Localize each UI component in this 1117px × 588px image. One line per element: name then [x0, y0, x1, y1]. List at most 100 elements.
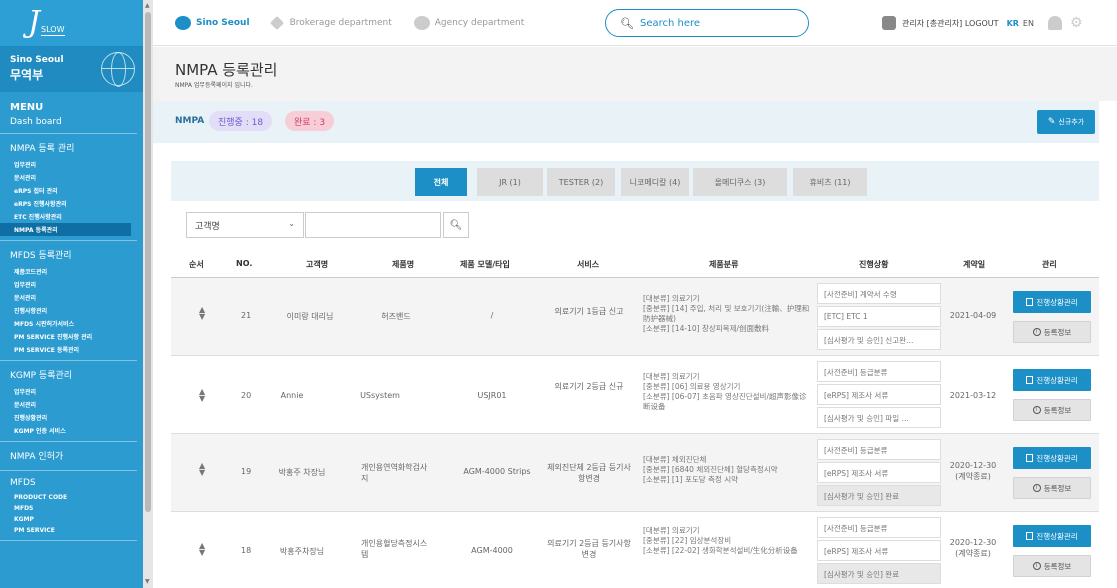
- registration-info-button[interactable]: i 등록정보: [1013, 321, 1091, 343]
- sort-handle-icon[interactable]: ▲ ▼: [199, 462, 205, 477]
- row-model: /: [490, 311, 494, 320]
- sidebar-item[interactable]: eRPS 접터 관리: [0, 184, 143, 197]
- sort-handle-icon[interactable]: ▲ ▼: [199, 306, 205, 321]
- sidebar-item[interactable]: 업무관리: [0, 158, 143, 171]
- col-model: 제품 모델/타입: [460, 260, 510, 269]
- progress-manage-button[interactable]: 진행상황관리: [1013, 291, 1091, 313]
- progress-manage-button[interactable]: 진행상황관리: [1013, 447, 1091, 469]
- tab-tester[interactable]: TESTER (2): [547, 168, 615, 196]
- search-input[interactable]: 🔍︎ Search here: [605, 9, 809, 37]
- progress-step: [사전준비] 등급분류: [817, 361, 941, 382]
- sidebar-item[interactable]: NMPA 등록관리: [0, 223, 131, 236]
- tab-huvitz[interactable]: 휴비츠 (11): [793, 168, 867, 196]
- tab-all[interactable]: 전체: [415, 168, 467, 196]
- col-manage: 관리: [1042, 260, 1057, 269]
- progress-manage-label: 진행상황관리: [1036, 453, 1078, 463]
- sidebar-item[interactable]: 업무관리: [0, 385, 143, 398]
- nav-agency-label: Agency department: [434, 17, 525, 28]
- sidebar-item[interactable]: 진행사항관리: [0, 304, 143, 317]
- col-order: 순서: [189, 260, 204, 269]
- sidebar-item[interactable]: 업무관리: [0, 278, 143, 291]
- col-product: 제품명: [392, 260, 415, 269]
- sidebar-section-title[interactable]: MFDS 등록관리: [0, 241, 143, 265]
- sidebar-item[interactable]: KGMP: [0, 514, 143, 525]
- sidebar-item[interactable]: PM SERVICE 등록관리: [0, 343, 143, 356]
- progress-manage-button[interactable]: 진행상황관리: [1013, 525, 1091, 547]
- row-category: [대분류] 의료기기 [중분류] [06] 의료용 영상기기 [소분류] [06…: [643, 372, 813, 412]
- completed-badge[interactable]: 완료 : 3: [285, 111, 335, 131]
- row-category: [대분류] 의료기기 [중분류] [14] 주입, 처리 및 보호기기(注輸、护…: [643, 294, 813, 334]
- sidebar-item[interactable]: MFDS: [0, 503, 143, 514]
- col-customer: 고객명: [306, 260, 329, 269]
- sidebar-item[interactable]: MFDS 시판허가서비스: [0, 317, 143, 330]
- pencil-icon: ✎: [1047, 117, 1056, 127]
- lang-kr[interactable]: KR: [1007, 19, 1019, 28]
- tab-nikomedical[interactable]: 니코메디칼 (4): [621, 168, 689, 196]
- tab-bar: 전체 JR (1) TESTER (2) 니코메디칼 (4) 올메디쿠스 (3)…: [171, 161, 1099, 201]
- bell-icon[interactable]: [1047, 16, 1062, 30]
- scroll-up-arrow-icon[interactable]: ▲: [145, 2, 150, 9]
- sidebar-section-title[interactable]: NMPA 등록 관리: [0, 134, 143, 158]
- sidebar-item[interactable]: ETC 진행사항관리: [0, 210, 143, 223]
- info-icon: i: [1032, 328, 1041, 336]
- tab-jr[interactable]: JR (1): [477, 168, 543, 196]
- sidebar-section-title[interactable]: KGMP 등록관리: [0, 361, 143, 385]
- nav-agency[interactable]: Agency department: [413, 15, 525, 30]
- sidebar-item[interactable]: PM SERVICE 진행사항 관리: [0, 330, 143, 343]
- sidebar-item[interactable]: 문서관리: [0, 291, 143, 304]
- table-header: 순서 NO. 고객명 제품명 제품 모델/타입 서비스 제품분류 진행상황 계약…: [171, 250, 1099, 278]
- sidebar-item[interactable]: PM SERVICE: [0, 525, 143, 536]
- row-service: 의료기기 2등급 등기사항변경: [547, 539, 631, 559]
- add-new-button[interactable]: ✎ 신규추가: [1037, 110, 1095, 134]
- search-field-select[interactable]: 고객명 ⌄: [186, 212, 304, 238]
- satellite-icon: [269, 15, 284, 30]
- logo[interactable]: J SLOW: [0, 0, 143, 46]
- keyword-input[interactable]: [305, 212, 441, 238]
- row-product: 개인용혈당측정시스템: [361, 539, 428, 559]
- sidebar-item[interactable]: 제품코드관리: [0, 265, 143, 278]
- menu-title: MENU: [10, 102, 44, 113]
- sidebar-item[interactable]: 문서관리: [0, 398, 143, 411]
- sidebar-item[interactable]: 문서관리: [0, 171, 143, 184]
- category-small: [소분류] [14-10] 창상피복제/创面敷料: [643, 324, 769, 333]
- sidebar-scrollbar-thumb[interactable]: [145, 12, 151, 512]
- sidebar-item-dashboard[interactable]: Dash board: [0, 113, 137, 134]
- tab-allmedicus[interactable]: 올메디쿠스 (3): [693, 168, 787, 196]
- registration-info-button[interactable]: i 등록정보: [1013, 555, 1091, 577]
- registration-info-label: 등록정보: [1043, 405, 1072, 415]
- col-no: NO.: [236, 259, 253, 268]
- search-button[interactable]: 🔍︎: [443, 212, 469, 238]
- user-logout-link[interactable]: 관리자 [총관리자] LOGOUT: [902, 18, 999, 29]
- sidebar-sections: NMPA 등록 관리 업무관리 문서관리 eRPS 접터 관리 eRPS 진행사항관리 E…: [0, 134, 143, 541]
- col-contract-date: 계약일: [963, 260, 986, 269]
- col-category: 제품분류: [709, 260, 739, 269]
- sidebar-item[interactable]: 진행상황관리: [0, 411, 143, 424]
- category-medium: [중분류] [06] 의료용 영상기기: [643, 382, 741, 391]
- row-no: 19: [241, 467, 252, 476]
- progress-manage-button[interactable]: 진행상황관리: [1013, 369, 1091, 391]
- scroll-down-arrow-icon[interactable]: ▼: [145, 578, 150, 585]
- sidebar-section-title[interactable]: MFDS: [0, 471, 143, 492]
- sidebar-item[interactable]: eRPS 진행사항관리: [0, 197, 143, 210]
- lang-en[interactable]: EN: [1023, 19, 1034, 28]
- row-customer: 박홍주차장님: [279, 547, 325, 556]
- row-contract-date: 2021-03-12: [949, 391, 997, 400]
- gear-icon[interactable]: ⚙: [1070, 15, 1083, 31]
- sort-handle-icon[interactable]: ▲ ▼: [199, 388, 205, 403]
- sidebar-item[interactable]: PRODUCT CODE: [0, 492, 143, 503]
- category-medium: [중분류] [6840 체외진단체] 혈당측정시약: [643, 465, 778, 474]
- sidebar-item[interactable]: KGMP 인증 서비스: [0, 424, 143, 437]
- nav-sino-seoul-label: Sino Seoul: [196, 17, 250, 28]
- in-progress-badge[interactable]: 진행중 : 18: [209, 111, 273, 131]
- registration-info-button[interactable]: i 등록정보: [1013, 399, 1091, 421]
- category-large: [대분류] 의료기기: [643, 372, 700, 381]
- progress-step: [심사평가 및 승인] 신고완…: [817, 329, 941, 350]
- nav-brokerage[interactable]: Brokerage department: [269, 15, 392, 30]
- progress-step-completed: [심사평가 및 승인] 완료: [817, 563, 941, 584]
- row-category: [대분류] 체외진단체 [중분류] [6840 체외진단체] 혈당측정시약 [소…: [643, 455, 813, 485]
- sort-handle-icon[interactable]: ▲ ▼: [199, 542, 205, 557]
- sidebar-section-title[interactable]: NMPA 인허가: [0, 442, 143, 466]
- registration-info-button[interactable]: i 등록정보: [1013, 477, 1091, 499]
- nav-sino-seoul[interactable]: Sino Seoul: [175, 15, 250, 30]
- page-header: NMPA 등록관리 NMPA 업무등록페이지 입니다.: [153, 47, 1117, 101]
